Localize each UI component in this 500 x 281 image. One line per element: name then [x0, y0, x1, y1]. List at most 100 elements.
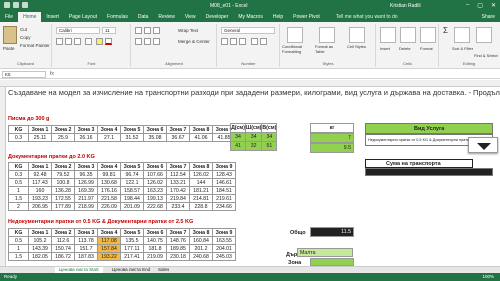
find-select-icon[interactable]: [476, 27, 492, 43]
header-cell[interactable]: Зона 6: [143, 228, 167, 237]
header-cell[interactable]: Зона 7: [166, 125, 190, 134]
dim-height-2[interactable]: 51: [261, 141, 278, 151]
table-cell[interactable]: 228.8: [189, 202, 213, 211]
header-cell[interactable]: Зона 3: [74, 162, 98, 171]
align-right-icon[interactable]: [153, 38, 160, 45]
table-cell[interactable]: 182.05: [28, 252, 52, 261]
decrease-decimal-icon[interactable]: [260, 38, 267, 45]
format-as-table-button[interactable]: Format as Table: [315, 44, 343, 54]
table-cell[interactable]: 199.13: [143, 194, 167, 203]
header-cell[interactable]: Зона 9: [212, 162, 236, 171]
table-cell[interactable]: 96.74: [120, 170, 144, 179]
header-cell[interactable]: Зона 8: [189, 125, 213, 134]
dim-width-2[interactable]: 32: [244, 141, 263, 151]
header-cell[interactable]: Зона 1: [28, 228, 52, 237]
table-cell[interactable]: 27.1: [97, 133, 121, 142]
conditional-formatting-button[interactable]: Conditional Formatting: [282, 44, 312, 54]
table-cell[interactable]: 140.75: [143, 236, 167, 245]
name-box[interactable]: K5: [2, 71, 46, 78]
tab-view[interactable]: View: [180, 12, 201, 22]
comma-icon[interactable]: [239, 38, 246, 45]
bold-icon[interactable]: [56, 38, 63, 45]
autosum-icon[interactable]: Σ: [443, 26, 448, 35]
paste-button[interactable]: Paste: [3, 46, 15, 51]
kg-value-1[interactable]: 7: [310, 133, 354, 143]
delete-button[interactable]: Delete: [399, 46, 411, 51]
table-cell[interactable]: 128.43: [212, 170, 236, 179]
header-cell[interactable]: Зона 4: [97, 162, 121, 171]
header-cell[interactable]: Зона 5: [120, 125, 144, 134]
table-cell[interactable]: 160.84: [189, 236, 213, 245]
sort-filter-icon[interactable]: [454, 27, 470, 43]
fx-icon[interactable]: fx: [50, 71, 54, 77]
header-cell[interactable]: Зона 6: [143, 125, 167, 134]
table-cell[interactable]: 135.5: [120, 236, 144, 245]
country-select[interactable]: Малта: [297, 248, 353, 257]
table-cell[interactable]: 112.54: [166, 170, 190, 179]
header-cell[interactable]: Зона 3: [74, 125, 98, 134]
maximize-icon[interactable]: ▢: [477, 2, 483, 9]
tab-help[interactable]: Help: [268, 12, 288, 22]
redo-icon[interactable]: [22, 2, 28, 8]
table-cell[interactable]: 113.78: [74, 236, 98, 245]
worksheet[interactable]: Създаване на модел за изчисление на тран…: [0, 80, 500, 266]
zoom-level[interactable]: 100%: [482, 274, 494, 279]
align-left-icon[interactable]: [135, 38, 142, 45]
table-cell[interactable]: 36.67: [166, 133, 190, 142]
table-cell[interactable]: 1: [8, 244, 29, 253]
kg-value-2[interactable]: 9.5: [310, 143, 354, 153]
table-cell[interactable]: 177.89: [51, 202, 75, 211]
table-cell[interactable]: 157.84: [97, 244, 121, 253]
dim-height-1[interactable]: 34: [261, 132, 278, 142]
borders-icon[interactable]: [85, 38, 92, 45]
table-cell[interactable]: 146.61: [212, 178, 236, 187]
table-cell[interactable]: 79.52: [51, 170, 75, 179]
table-cell[interactable]: 214.81: [189, 194, 213, 203]
sort-filter-button[interactable]: Sort & Filter: [452, 46, 473, 51]
table-cell[interactable]: 181.8: [143, 244, 167, 253]
tab-power-pivot[interactable]: Power Pivot: [288, 12, 325, 22]
table-cell[interactable]: 0.3: [8, 170, 29, 179]
header-cell[interactable]: Зона 1: [28, 162, 52, 171]
table-cell[interactable]: 99.81: [97, 170, 121, 179]
table-cell[interactable]: 144: [189, 178, 213, 187]
percent-icon[interactable]: [230, 38, 237, 45]
format-as-table-icon[interactable]: [319, 27, 335, 43]
align-top-icon[interactable]: [135, 27, 142, 34]
tab-formulas[interactable]: Formulas: [102, 12, 133, 22]
align-center-icon[interactable]: [144, 38, 151, 45]
undo-icon[interactable]: [13, 2, 19, 8]
format-button[interactable]: Format: [420, 46, 433, 51]
table-cell[interactable]: 100.8: [51, 178, 75, 187]
header-cell[interactable]: Зона 1: [28, 125, 52, 134]
copy-button[interactable]: Copy: [20, 35, 31, 40]
table-cell[interactable]: 133.21: [166, 178, 190, 187]
table-cell[interactable]: 126.02: [189, 170, 213, 179]
table-cell[interactable]: 150.74: [51, 244, 75, 253]
table-cell[interactable]: 219.61: [212, 194, 236, 203]
align-bottom-icon[interactable]: [153, 27, 160, 34]
table-cell[interactable]: 148.76: [166, 236, 190, 245]
wrap-text-button[interactable]: Wrap Text: [178, 28, 198, 33]
tab-page-layout[interactable]: Page Layout: [64, 12, 102, 22]
table-cell[interactable]: 169.39: [74, 186, 98, 195]
table-cell[interactable]: 189.85: [166, 244, 190, 253]
minimize-icon[interactable]: –: [466, 2, 469, 9]
table-cell[interactable]: 219.09: [143, 252, 167, 261]
table-cell[interactable]: 1.5: [8, 194, 29, 203]
table-cell[interactable]: 187.83: [74, 252, 98, 261]
table-cell[interactable]: 2: [8, 202, 29, 211]
table-cell[interactable]: 105.2: [28, 236, 52, 245]
font-size-select[interactable]: 11: [102, 27, 116, 34]
table-cell[interactable]: 181.21: [189, 186, 213, 195]
table-cell[interactable]: 201.2: [189, 244, 213, 253]
table-cell[interactable]: 126.99: [74, 178, 98, 187]
tab-home[interactable]: Home: [18, 12, 42, 22]
header-cell[interactable]: Зона 7: [166, 162, 190, 171]
table-cell[interactable]: 1: [8, 186, 29, 195]
dropdown-popup[interactable]: [468, 137, 498, 153]
table-cell[interactable]: 211.97: [74, 194, 98, 203]
table-cell[interactable]: 230.18: [166, 252, 190, 261]
table-cell[interactable]: 117.08: [97, 236, 121, 245]
header-cell[interactable]: Зона 5: [120, 228, 144, 237]
